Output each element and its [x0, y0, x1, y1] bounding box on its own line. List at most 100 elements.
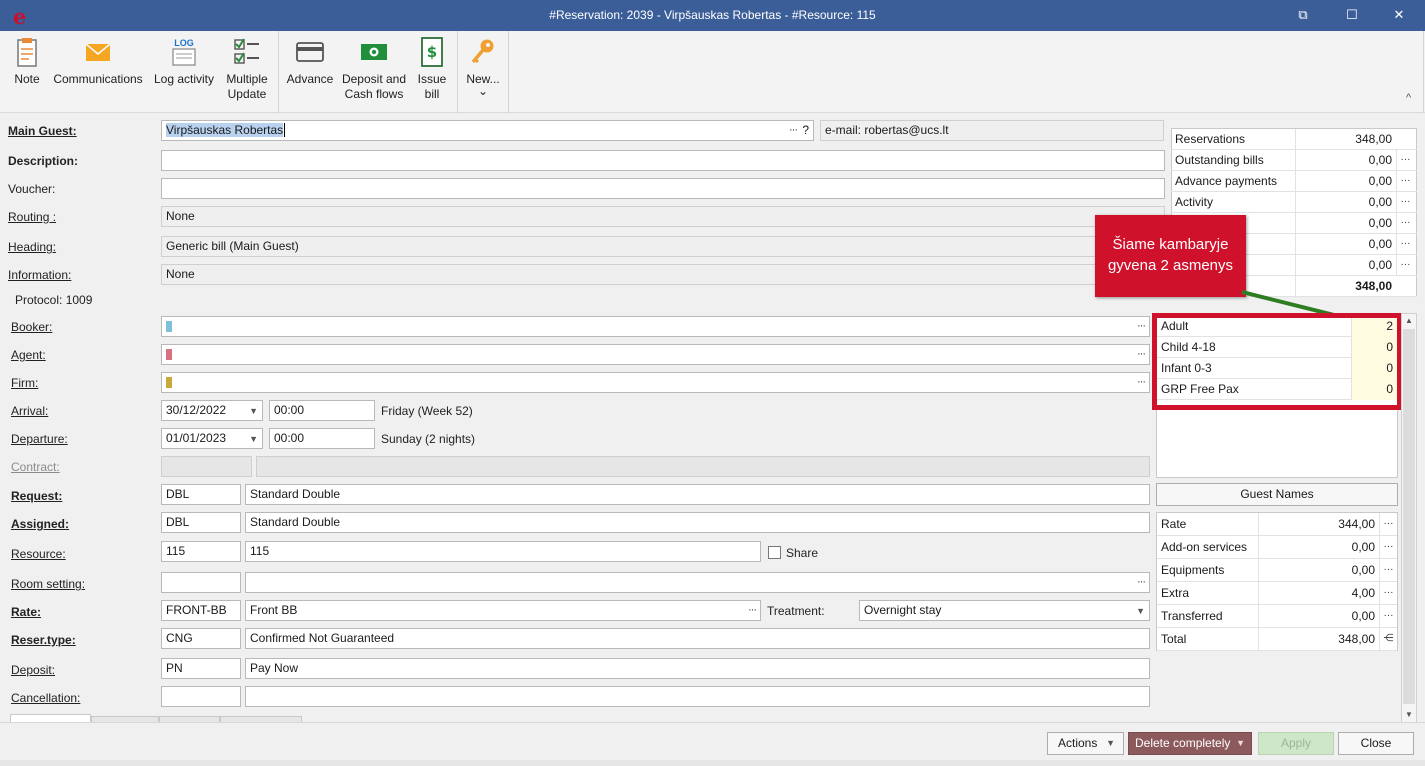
close-button[interactable]: Close — [1338, 732, 1414, 755]
treatment-select[interactable]: Overnight stay ▼ — [859, 600, 1150, 621]
rate-row-label: Total — [1157, 628, 1259, 651]
scroll-down-icon[interactable]: ▼ — [1402, 708, 1416, 722]
note-button[interactable]: Note — [8, 35, 46, 87]
arrival-date-picker[interactable]: 30/12/2022 ▼ — [161, 400, 263, 421]
departure-dropdown-icon[interactable]: ▼ — [249, 430, 258, 448]
scroll-up-icon[interactable]: ▲ — [1402, 314, 1416, 328]
share-checkbox[interactable] — [768, 546, 781, 559]
rate-ellipsis-icon[interactable]: ··· — [748, 601, 757, 620]
multiple-update-button[interactable]: Multiple Update — [222, 35, 272, 102]
apply-button[interactable]: Apply — [1258, 732, 1334, 755]
booker-ellipsis-icon[interactable]: ··· — [1137, 317, 1146, 336]
room-setting-label[interactable]: Room setting: — [11, 577, 85, 591]
issue-bill-button[interactable]: $ Issue bill — [413, 35, 451, 102]
communications-label: Communications — [53, 72, 143, 86]
request-label[interactable]: Request: — [11, 489, 62, 503]
treatment-dropdown-icon[interactable]: ▼ — [1136, 602, 1145, 620]
summary-row: Reservations 348,00 — [1171, 129, 1417, 150]
rate-code-input[interactable]: FRONT-BB — [161, 600, 241, 621]
reser-type-name-input[interactable]: Confirmed Not Guaranteed — [245, 628, 1150, 649]
booker-label[interactable]: Booker: — [11, 320, 52, 334]
arrival-label[interactable]: Arrival: — [11, 404, 48, 418]
assigned-name-input[interactable]: Standard Double — [245, 512, 1150, 533]
request-name-input[interactable]: Standard Double — [245, 484, 1150, 505]
contract-label[interactable]: Contract: — [11, 460, 60, 474]
rate-row-ellipsis-icon[interactable]: ··· — [1379, 536, 1397, 559]
deposit-name-input[interactable]: Pay Now — [245, 658, 1150, 679]
agent-label[interactable]: Agent: — [11, 348, 46, 362]
new-menu-button[interactable]: New... ⌄ — [463, 35, 503, 97]
main-guest-field[interactable]: Virpšauskas Robertas ··· ? — [161, 120, 814, 141]
departure-label[interactable]: Departure: — [11, 432, 68, 446]
delete-completely-button[interactable]: Delete completely ▼ — [1128, 732, 1252, 755]
room-setting-name-input[interactable]: ··· — [245, 572, 1150, 593]
scrollbar-thumb[interactable] — [1403, 329, 1415, 704]
advance-label: Advance — [286, 72, 334, 86]
assigned-label[interactable]: Assigned: — [11, 517, 69, 531]
summary-row-ellipsis-icon[interactable]: ··· — [1396, 234, 1414, 255]
agent-field[interactable]: ··· — [161, 344, 1150, 365]
heading-label[interactable]: Heading: — [8, 240, 56, 254]
log-activity-button[interactable]: LOG Log activity — [150, 35, 218, 87]
rate-row-ellipsis-icon[interactable]: ··· — [1379, 513, 1397, 536]
information-field[interactable]: None — [161, 264, 1165, 285]
reser-type-code-input[interactable]: CNG — [161, 628, 241, 649]
summary-row-ellipsis-icon[interactable]: ··· — [1396, 192, 1414, 213]
routing-label[interactable]: Routing : — [8, 210, 56, 224]
deposit-cash-flows-button[interactable]: Deposit and Cash flows — [339, 35, 409, 102]
cancellation-label[interactable]: Cancellation: — [11, 691, 80, 705]
maximize-window-button[interactable]: ☐ — [1337, 4, 1367, 26]
restore-window-button[interactable]: ⧉ — [1288, 4, 1318, 26]
request-code-input[interactable]: DBL — [161, 484, 241, 505]
title-bar: e #Reservation: 2039 - Virpšauskas Rober… — [0, 0, 1425, 31]
assigned-code-input[interactable]: DBL — [161, 512, 241, 533]
advance-button[interactable]: Advance — [285, 35, 335, 87]
information-label[interactable]: Information: — [8, 268, 71, 282]
main-guest-label[interactable]: Main Guest: — [8, 124, 77, 138]
cancellation-code-input[interactable] — [161, 686, 241, 707]
voucher-input[interactable] — [161, 178, 1165, 199]
agent-ellipsis-icon[interactable]: ··· — [1137, 345, 1146, 364]
firm-ellipsis-icon[interactable]: ··· — [1137, 373, 1146, 392]
cancellation-name-input[interactable] — [245, 686, 1150, 707]
rate-row-ellipsis-icon[interactable]: ··· — [1379, 582, 1397, 605]
annotation-line-2: gyvena 2 asmenys — [1107, 257, 1234, 274]
close-window-button[interactable]: ✕ — [1384, 4, 1414, 26]
summary-row-ellipsis-icon[interactable]: ··· — [1396, 255, 1414, 276]
rate-row-ellipsis-icon[interactable]: ··· — [1379, 605, 1397, 628]
departure-date-picker[interactable]: 01/01/2023 ▼ — [161, 428, 263, 449]
firm-field[interactable]: ··· — [161, 372, 1150, 393]
heading-field[interactable]: Generic bill (Main Guest) — [161, 236, 1165, 257]
actions-dropdown-button[interactable]: Actions ▼ — [1047, 732, 1124, 755]
deposit-label[interactable]: Deposit: — [11, 663, 55, 677]
routing-field[interactable]: None — [161, 206, 1165, 227]
rate-row-ellipsis-icon[interactable]: ··· — [1379, 559, 1397, 582]
communications-button[interactable]: Communications — [50, 35, 146, 87]
summary-row-ellipsis-icon[interactable]: ··· — [1396, 150, 1414, 171]
rate-label[interactable]: Rate: — [11, 605, 41, 619]
room-setting-ellipsis-icon[interactable]: ··· — [1137, 573, 1146, 592]
booker-field[interactable]: ··· — [161, 316, 1150, 337]
right-panel-scrollbar[interactable]: ▲ ▼ — [1401, 313, 1417, 723]
main-guest-ellipsis-icon[interactable]: ··· — [789, 121, 798, 140]
arrival-dropdown-icon[interactable]: ▼ — [249, 402, 258, 420]
share-tree-icon[interactable]: ⋲ — [1379, 628, 1397, 651]
resource-label[interactable]: Resource: — [11, 547, 66, 561]
collapse-ribbon-icon[interactable]: ^ — [1406, 92, 1411, 104]
resource-name-input[interactable]: 115 — [245, 541, 761, 562]
arrival-time-input[interactable]: 00:00 — [269, 400, 375, 421]
room-setting-code-input[interactable] — [161, 572, 241, 593]
reser-type-label[interactable]: Reser.type: — [11, 633, 76, 647]
summary-row-ellipsis-icon[interactable]: ··· — [1396, 213, 1414, 234]
delete-chevron-icon: ▼ — [1236, 738, 1245, 748]
rate-name-field[interactable]: Front BB ··· — [245, 600, 761, 621]
departure-time-input[interactable]: 00:00 — [269, 428, 375, 449]
description-input[interactable] — [161, 150, 1165, 171]
firm-label[interactable]: Firm: — [11, 376, 38, 390]
resource-code-input[interactable]: 115 — [161, 541, 241, 562]
deposit-code-input[interactable]: PN — [161, 658, 241, 679]
main-guest-value: Virpšauskas Robertas — [166, 123, 284, 137]
guest-names-button[interactable]: Guest Names — [1156, 483, 1398, 506]
help-icon[interactable]: ? — [802, 121, 809, 140]
summary-row-ellipsis-icon[interactable]: ··· — [1396, 171, 1414, 192]
